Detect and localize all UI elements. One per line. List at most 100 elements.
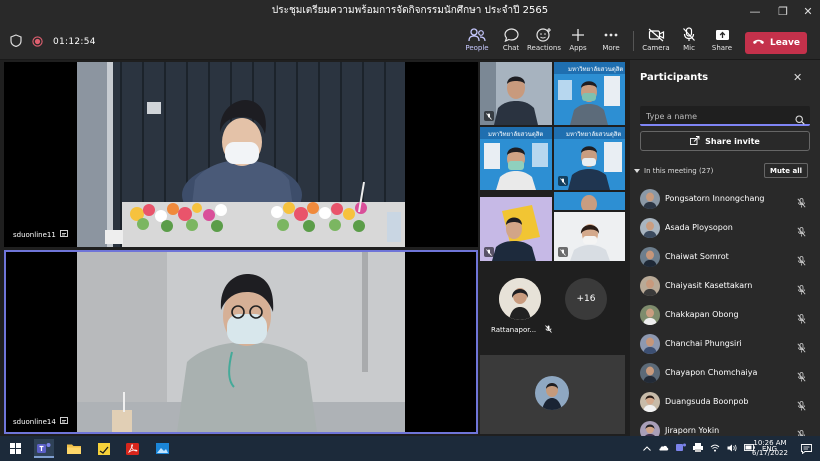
participants-panel: Participants ✕ Share invite In this meet…	[630, 60, 820, 441]
mute-all-button[interactable]: Mute all	[764, 163, 808, 178]
close-window-icon[interactable]: ✕	[793, 0, 820, 22]
mic-off-icon	[797, 367, 806, 386]
participant-row[interactable]: Chaiwat Somrot	[630, 242, 820, 271]
minimize-icon[interactable]: —	[740, 0, 770, 22]
reactions-button[interactable]: Reactions	[527, 26, 561, 58]
svg-text:มหาวิทยาลัยสวนดุสิต: มหาวิทยาลัยสวนดุสิต	[566, 131, 621, 138]
file-explorer-icon[interactable]	[64, 439, 84, 458]
camera-button[interactable]: Camera	[639, 26, 673, 58]
avatar-photo	[499, 278, 541, 320]
wifi-icon[interactable]	[710, 444, 720, 454]
mic-button[interactable]: Mic	[672, 26, 706, 58]
windows-start-icon[interactable]	[5, 439, 25, 458]
chevron-up-icon[interactable]	[643, 445, 651, 453]
search-icon	[795, 110, 805, 129]
people-icon	[468, 26, 486, 43]
gallery-tile[interactable]	[480, 62, 552, 125]
video-stage: sduonline11 sduonline14	[0, 60, 480, 436]
chat-button[interactable]: Chat	[494, 26, 528, 58]
volume-icon[interactable]	[727, 444, 737, 454]
svg-text:มหาวิทยาลัยสวนดุสิต: มหาวิทยาลัยสวนดุสิต	[488, 131, 543, 138]
video-tile-sduonline14[interactable]: sduonline14	[4, 250, 478, 434]
printer-icon[interactable]	[693, 443, 703, 454]
notification-icon[interactable]	[796, 439, 816, 458]
screen-share-icon	[59, 417, 68, 426]
avatar	[640, 304, 660, 325]
participant-row[interactable]: Pongsatorn Innongchang	[630, 184, 820, 213]
people-button[interactable]: People	[460, 26, 494, 58]
taskbar-clock[interactable]: 10:26 AM 6/17/2022	[750, 438, 790, 458]
acrobat-icon[interactable]	[122, 439, 142, 458]
screen-share-icon	[59, 230, 68, 239]
mic-off-icon	[797, 309, 806, 328]
svg-text:มหาวิทยาลัยสวนดุสิต: มหาวิทยาลัยสวนดุสิต	[568, 66, 623, 73]
in-meeting-section-toggle[interactable]: In this meeting (27)	[634, 167, 713, 175]
title-bar: ประชุมเตรียมความพร้อมการจัดกิจกรรมนักศึก…	[0, 0, 820, 22]
leave-button[interactable]: Leave	[745, 32, 807, 54]
phone-hangup-icon	[752, 38, 765, 48]
overflow-participants-button[interactable]: +16	[565, 278, 607, 320]
gallery-tile[interactable]	[554, 212, 625, 261]
video-frame	[554, 192, 625, 210]
mic-off-icon	[545, 325, 552, 335]
shield-icon[interactable]	[10, 32, 22, 51]
self-avatar	[535, 376, 569, 410]
participant-row[interactable]: Chaiyasit Kasettakarn	[630, 271, 820, 300]
video-frame: มหาวิทยาลัยสวนดุสิต	[554, 62, 625, 125]
avatar	[640, 246, 660, 267]
gallery-tile[interactable]	[480, 197, 552, 261]
mic-off-icon	[484, 247, 494, 257]
avatar	[640, 333, 660, 354]
mic-off-icon	[797, 222, 806, 241]
meeting-timer: 01:12:54	[53, 36, 96, 47]
search-input[interactable]	[646, 109, 786, 123]
avatar	[640, 188, 660, 209]
avatar[interactable]	[499, 278, 541, 320]
share-invite-button[interactable]: Share invite	[640, 131, 810, 151]
close-panel-icon[interactable]: ✕	[793, 71, 802, 84]
chevron-down-icon	[634, 167, 640, 175]
avatar	[640, 217, 660, 238]
more-button[interactable]: More	[594, 26, 628, 58]
teams-taskbar-icon[interactable]	[34, 439, 54, 458]
participant-search[interactable]	[640, 106, 810, 126]
sticky-notes-icon[interactable]	[94, 439, 114, 458]
window-title: ประชุมเตรียมความพร้อมการจัดกิจกรรมนักศึก…	[271, 5, 549, 16]
avatar	[640, 275, 660, 296]
mic-off-icon	[797, 338, 806, 357]
gallery-tile[interactable]	[554, 192, 625, 210]
mic-off-icon	[797, 251, 806, 270]
share-button[interactable]: Share	[705, 26, 739, 58]
share-invite-icon	[690, 135, 700, 147]
participant-row[interactable]: Chanchai Phungsiri	[630, 329, 820, 358]
video-frame: มหาวิทยาลัยสวนดุสิต	[480, 127, 552, 190]
participant-row[interactable]: Asada Ploysopon	[630, 213, 820, 242]
participant-row[interactable]: Duangsuda Boonpob	[630, 387, 820, 416]
gallery-tile[interactable]: มหาวิทยาลัยสวนดุสิต	[554, 127, 625, 190]
onedrive-icon[interactable]	[658, 444, 669, 453]
video-frame-2	[77, 252, 405, 432]
video-tile-sduonline11[interactable]: sduonline11	[4, 62, 478, 247]
teams-meeting-window: ประชุมเตรียมความพร้อมการจัดกิจกรรมนักศึก…	[0, 0, 820, 461]
participant-row[interactable]: Chakkapan Obong	[630, 300, 820, 329]
participant-list: Pongsatorn Innongchang Asada Ploysopon C…	[630, 184, 820, 445]
avatar	[640, 362, 660, 383]
avatar-photo	[535, 376, 569, 410]
mic-off-icon	[682, 26, 696, 43]
mic-off-icon	[797, 396, 806, 415]
gallery-tile[interactable]: มหาวิทยาลัยสวนดุสิต	[480, 127, 552, 190]
gallery-person-name: Rattanapor...	[491, 325, 552, 335]
teams-tray-icon[interactable]	[676, 443, 686, 454]
apps-button[interactable]: Apps	[561, 26, 595, 58]
gallery-tile[interactable]: มหาวิทยาลัยสวนดุสิต	[554, 62, 625, 125]
camera-off-icon	[648, 26, 665, 43]
self-view-tile[interactable]	[480, 355, 625, 434]
panel-title: Participants	[640, 72, 709, 83]
mic-off-icon	[558, 176, 568, 186]
mic-off-icon	[558, 247, 568, 257]
tile-name-label: sduonline11	[13, 230, 68, 239]
photos-icon[interactable]	[152, 439, 172, 458]
video-frame-1	[77, 62, 405, 247]
more-dots-icon	[604, 26, 618, 43]
participant-row[interactable]: Chayapon Chomchaiya	[630, 358, 820, 387]
